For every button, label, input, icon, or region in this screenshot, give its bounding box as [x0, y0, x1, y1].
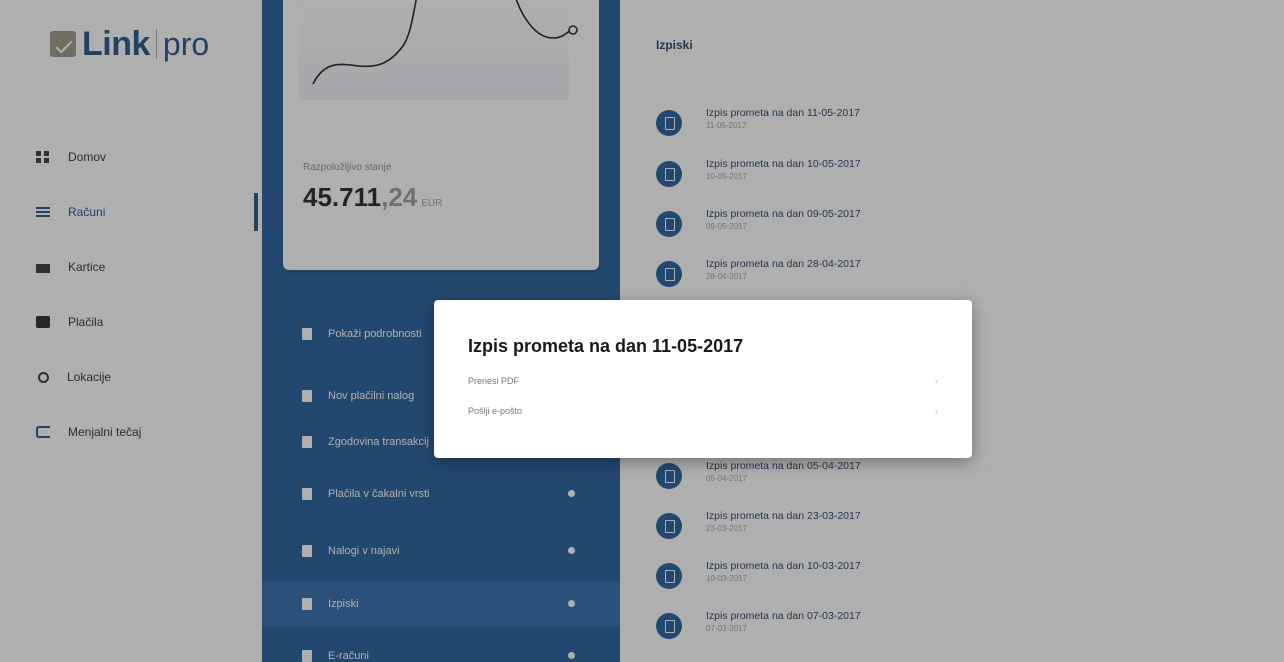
download-pdf-option[interactable]: Prenesi PDF ›	[468, 372, 938, 394]
option-label: Pošlji e-pošto	[468, 406, 523, 416]
option-label: Prenesi PDF	[468, 376, 520, 386]
statement-options-modal: Izpis prometa na dan 11-05-2017 Prenesi …	[434, 300, 972, 458]
chevron-right-icon: ›	[935, 376, 938, 386]
send-email-option[interactable]: Pošlji e-pošto ›	[468, 402, 938, 424]
modal-title: Izpis prometa na dan 11-05-2017	[468, 336, 744, 356]
chevron-right-icon: ›	[935, 406, 938, 416]
